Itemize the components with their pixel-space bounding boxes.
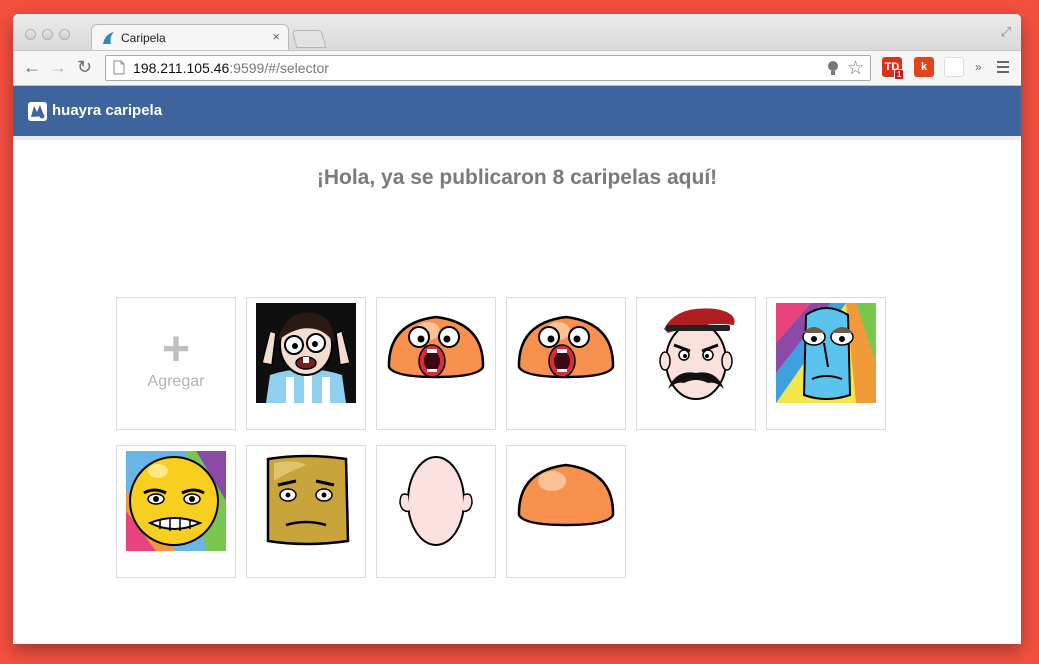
caripela-item[interactable] — [246, 297, 366, 430]
plus-icon: + — [161, 323, 191, 376]
minimize-window-button[interactable] — [42, 29, 53, 40]
window-controls — [25, 27, 76, 45]
extensions-overflow-icon[interactable]: » — [975, 60, 982, 74]
extension-k-icon[interactable]: k — [914, 57, 934, 77]
caripela-item[interactable] — [766, 297, 886, 430]
caripela-item[interactable] — [376, 297, 496, 430]
extension-td-icon[interactable]: TD 1 — [882, 57, 905, 80]
tab-strip: Caripela × ⤢ — [13, 14, 1021, 50]
caripela-item[interactable] — [376, 445, 496, 578]
close-window-button[interactable] — [25, 29, 36, 40]
caripela-mustache-beret-icon — [659, 308, 735, 400]
tab-title: Caripela — [121, 31, 166, 45]
caripela-golden-square-icon — [266, 454, 350, 546]
caripela-blank-head-icon — [399, 456, 473, 546]
extension-blank-icon[interactable] — [944, 57, 964, 77]
caripela-item[interactable] — [116, 445, 236, 578]
add-label: Agregar — [147, 373, 205, 390]
caripela-item[interactable] — [506, 445, 626, 578]
forward-icon[interactable]: → — [49, 58, 67, 76]
tab-caripela[interactable]: Caripela × — [91, 24, 289, 50]
app-name: huayra caripela — [52, 102, 163, 119]
browser-window: Caripela × ⤢ ← → ↻ 198.211.105.46:9599/#… — [13, 14, 1021, 644]
caripela-item[interactable] — [636, 297, 756, 430]
tab-close-icon[interactable]: × — [272, 29, 280, 44]
bookmark-star-icon[interactable]: ☆ — [847, 57, 864, 80]
caripela-item[interactable] — [246, 445, 366, 578]
lightbulb-icon[interactable] — [826, 60, 840, 81]
caripela-yellow-rainbow-icon — [126, 451, 226, 551]
caripela-orange-blob-lips-icon — [387, 315, 485, 379]
caripela-soccer-fan-icon — [256, 303, 356, 403]
caripela-logo-icon — [28, 102, 47, 126]
browser-toolbar: ← → ↻ 198.211.105.46:9599/#/selector ☆ T… — [13, 50, 1021, 86]
app-header: huayra caripela — [13, 86, 1021, 140]
url-host: 198.211.105.46 — [133, 60, 230, 76]
url-path: :9599/#/selector — [229, 60, 329, 76]
caripela-orange-blob-lips-icon — [517, 315, 615, 379]
address-bar[interactable]: 198.211.105.46:9599/#/selector ☆ — [105, 55, 871, 81]
add-caripela-tile[interactable]: + Agregar — [116, 297, 236, 430]
reload-icon[interactable]: ↻ — [77, 58, 92, 76]
new-tab-button[interactable] — [291, 30, 327, 48]
favicon-icon — [102, 31, 116, 50]
extension-badge: 1 — [894, 69, 905, 80]
back-icon[interactable]: ← — [23, 58, 41, 76]
caripela-orange-blob-icon — [517, 463, 615, 527]
zoom-window-button[interactable] — [59, 29, 70, 40]
caripela-blue-rainbow-icon — [776, 303, 876, 403]
page-icon — [113, 60, 125, 80]
fullscreen-icon[interactable]: ⤢ — [1001, 24, 1011, 40]
url-text: 198.211.105.46:9599/#/selector — [133, 60, 329, 76]
caripela-item[interactable] — [506, 297, 626, 430]
chrome-menu-icon[interactable] — [997, 61, 1009, 76]
page-headline: ¡Hola, ya se publicaron 8 caripelas aquí… — [316, 166, 718, 189]
